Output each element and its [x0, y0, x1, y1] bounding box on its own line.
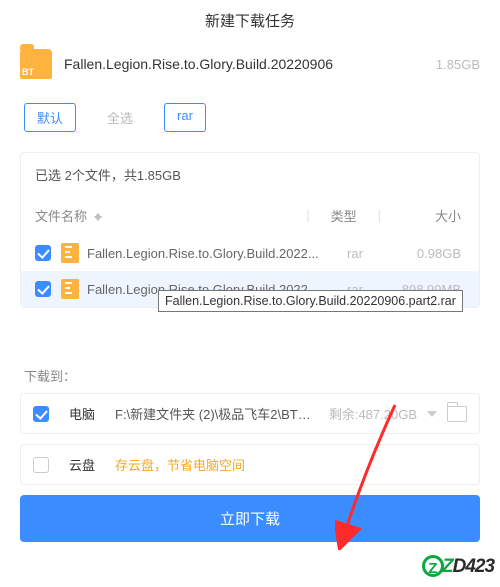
filter-tabs: 默认 全选 rar: [0, 89, 500, 152]
col-size-label[interactable]: 大小: [385, 206, 465, 225]
torrent-info-row: BT Fallen.Legion.Rise.to.Glory.Build.202…: [0, 45, 500, 89]
bt-folder-icon: BT: [20, 49, 52, 79]
file-checkbox[interactable]: [35, 245, 51, 261]
table-row[interactable]: Fallen.Legion.Rise.to.Glory.Build.2022..…: [21, 235, 479, 271]
sort-icon[interactable]: [94, 213, 102, 218]
file-size: 0.98GB: [385, 246, 465, 261]
dest-cloud-row[interactable]: 云盘 存云盘，节省电脑空间: [20, 444, 480, 485]
watermark-badge: Z: [422, 555, 444, 577]
filename-tooltip: Fallen.Legion.Rise.to.Glory.Build.202209…: [158, 290, 463, 312]
file-table-head: 文件名称 | 类型 | 大小: [21, 196, 479, 235]
page-title: 新建下载任务: [0, 10, 500, 31]
tab-default[interactable]: 默认: [24, 103, 76, 132]
file-panel: 已选 2个文件，共1.85GB 文件名称 | 类型 | 大小 Fallen.Le…: [20, 152, 480, 308]
dest-local-remaining: 剩余:487.20GB: [329, 404, 417, 423]
watermark: Z ZD423: [422, 553, 494, 581]
browse-folder-icon[interactable]: [447, 406, 467, 422]
file-checkbox[interactable]: [35, 281, 51, 297]
dest-cloud-note: 存云盘，节省电脑空间: [115, 455, 245, 474]
dest-local-checkbox[interactable]: [33, 406, 49, 422]
dest-local-path[interactable]: F:\新建文件夹 (2)\极品飞车2\BT种子: [115, 404, 319, 423]
col-name-label[interactable]: 文件名称: [35, 206, 87, 225]
col-type-label[interactable]: 类型: [314, 206, 374, 225]
file-name: Fallen.Legion.Rise.to.Glory.Build.2022..…: [87, 246, 325, 261]
dest-cloud-name: 云盘: [69, 455, 105, 474]
watermark-text: ZD423: [442, 556, 494, 578]
torrent-size: 1.85GB: [426, 57, 480, 72]
dest-local-row[interactable]: 电脑 F:\新建文件夹 (2)\极品飞车2\BT种子 剩余:487.20GB: [20, 393, 480, 434]
download-to-label: 下载到：: [24, 366, 476, 385]
tab-select-all[interactable]: 全选: [94, 103, 146, 132]
torrent-name: Fallen.Legion.Rise.to.Glory.Build.202209…: [64, 56, 426, 72]
rar-file-icon: [61, 243, 79, 263]
file-type: rar: [325, 246, 385, 261]
dest-local-name: 电脑: [69, 404, 105, 423]
download-button[interactable]: 立即下载: [20, 495, 480, 542]
chevron-down-icon[interactable]: [427, 411, 437, 417]
dest-cloud-checkbox[interactable]: [33, 457, 49, 473]
rar-file-icon: [61, 279, 79, 299]
file-summary: 已选 2个文件，共1.85GB: [21, 153, 479, 196]
tab-rar[interactable]: rar: [164, 103, 206, 132]
